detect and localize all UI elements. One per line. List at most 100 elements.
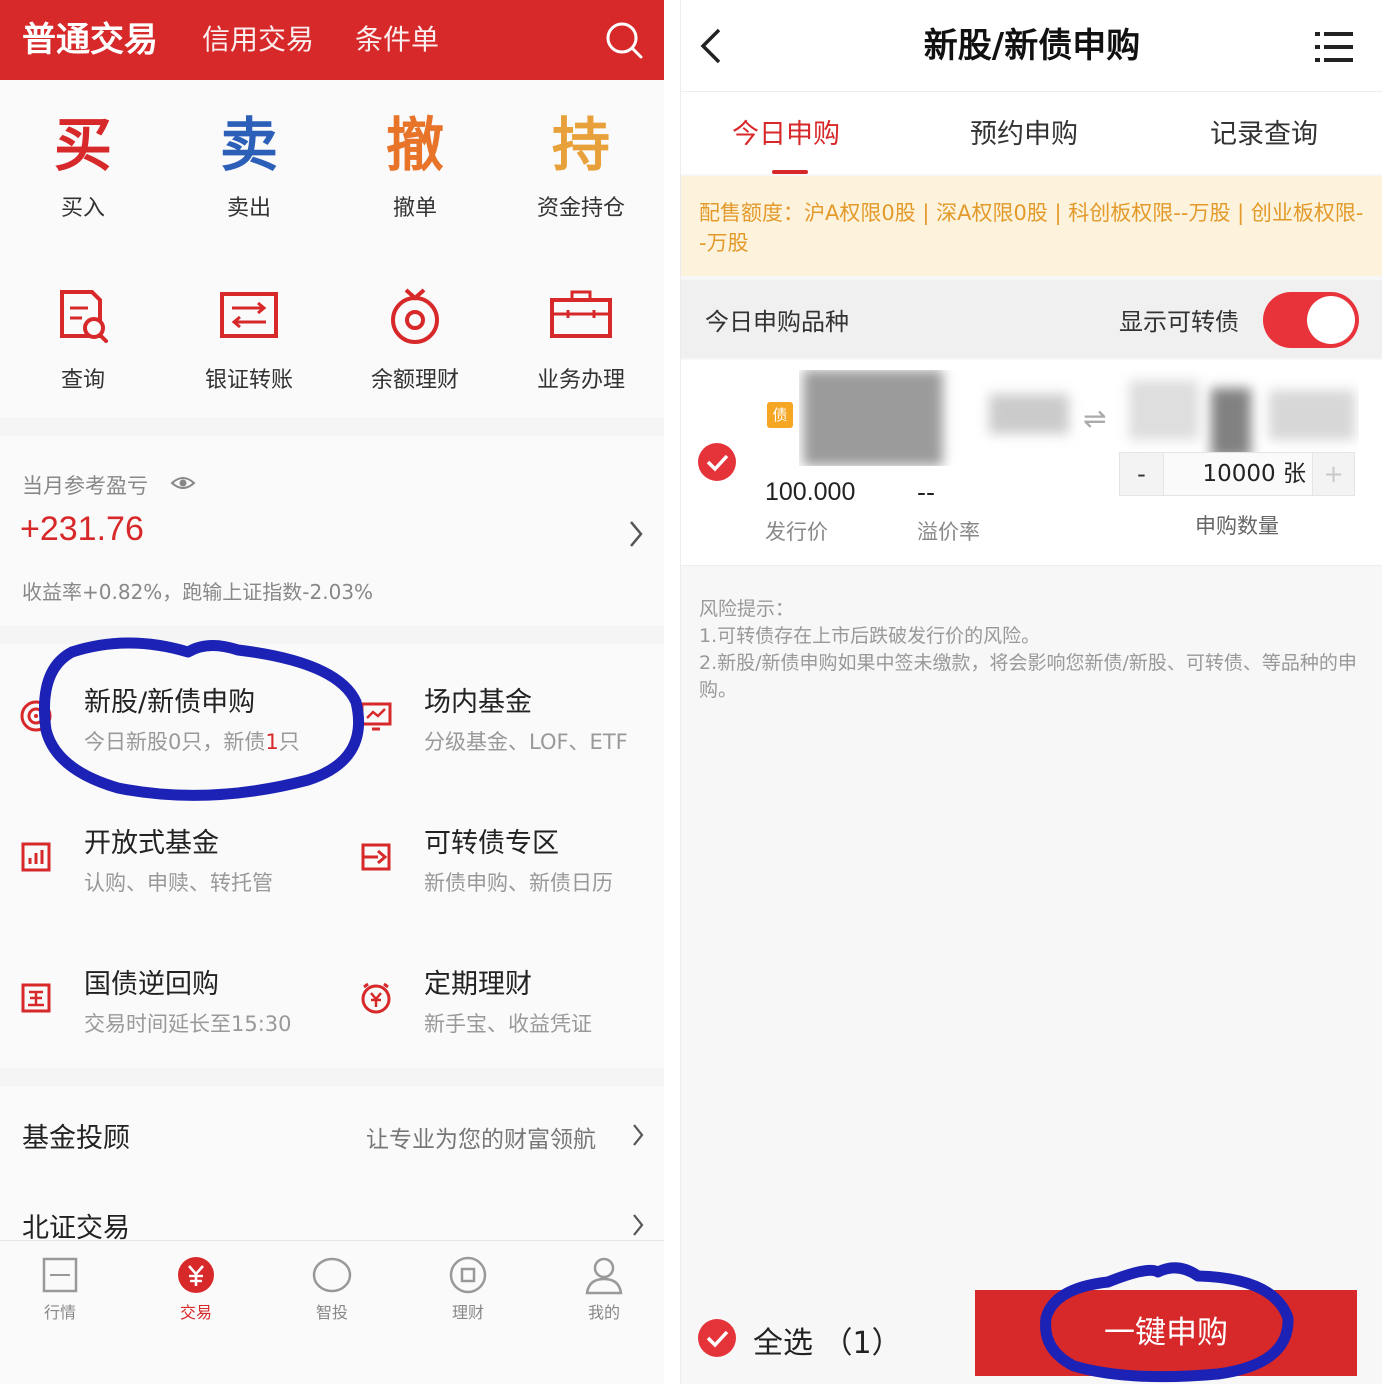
quick-actions-grid: 买 买入 卖 卖出 撤 撤单 持 资金持仓 查询 银证转账 余额理财 业务办理 [0, 80, 664, 418]
nav-profile[interactable]: 我的 [538, 1255, 664, 1335]
convertible-icon [361, 843, 391, 871]
back-arrow-icon[interactable] [697, 26, 725, 66]
fixed-finance-subtitle: 新手宝、收益凭证 [424, 1012, 592, 1036]
trade-screen: 普通交易 信用交易 条件单 买 买入 卖 卖出 撤 撤单 持 资金持仓 查询 银… [0, 0, 664, 1384]
balance-finance-label: 余额理财 [370, 368, 459, 393]
premium-rate-label: 溢价率 [917, 520, 980, 544]
quantity-label: 申购数量 [1195, 514, 1279, 538]
holdings-icon: 持 [551, 111, 610, 179]
checkmark-icon[interactable] [697, 1318, 737, 1358]
pnl-description: 收益率+0.82%，跑输上证指数-2.03% [22, 580, 374, 604]
sell-icon: 卖 [219, 111, 278, 179]
menu-list-icon[interactable] [1315, 30, 1353, 64]
issue-price-label: 发行价 [765, 520, 828, 544]
eye-icon[interactable] [170, 472, 196, 494]
open-fund-title: 开放式基金 [84, 828, 219, 859]
convertible-bond-title: 可转债专区 [424, 828, 559, 859]
nav-trade[interactable]: 交易 [130, 1255, 262, 1335]
decrease-button[interactable]: - [1120, 453, 1164, 495]
bank-transfer-button[interactable]: 银证转账 [166, 278, 332, 398]
monthly-pnl-card[interactable]: 当月参考盈亏 +231.76 收益率+0.82%，跑输上证指数-2.03% [0, 436, 664, 626]
sell-label: 卖出 [226, 196, 271, 221]
buy-button[interactable]: 买 买入 [0, 106, 166, 226]
tab-condition-order[interactable]: 条件单 [355, 0, 439, 80]
exchange-fund-entry[interactable]: 场内基金 分级基金、LOF、ETF [340, 644, 664, 784]
action-footer: 全选 （1） 一键申购 [681, 1280, 1382, 1384]
search-icon[interactable] [604, 20, 644, 60]
invest-icon [312, 1257, 352, 1293]
tab-normal-trade[interactable]: 普通交易 [22, 0, 158, 80]
exchange-fund-title: 场内基金 [424, 687, 532, 718]
toggle-knob [1307, 296, 1355, 344]
balance-finance-button[interactable]: 余额理财 [332, 278, 498, 398]
business-label: 业务办理 [536, 368, 625, 393]
show-convertible-toggle[interactable] [1263, 292, 1359, 348]
nav-finance-label: 理财 [451, 1303, 484, 1322]
risk-line-1: 1.可转债存在上市后跌破发行价的风险。 [699, 625, 1041, 647]
page-title: 新股/新债申购 [923, 26, 1141, 66]
money-bag-icon [391, 288, 439, 344]
fixed-finance-entry[interactable]: 定期理财 新手宝、收益凭证 [340, 926, 664, 1066]
finance-icon [449, 1256, 487, 1294]
nav-finance[interactable]: 理财 [402, 1255, 534, 1335]
increase-button[interactable]: + [1312, 453, 1354, 495]
tab-record-query[interactable]: 记录查询 [1147, 112, 1381, 151]
reverse-repo-entry[interactable]: 国债逆回购 交易时间延长至15:30 [0, 926, 332, 1066]
premium-rate-value: -- [917, 478, 936, 507]
tab-reserved-subscription[interactable]: 预约申购 [907, 112, 1141, 151]
business-button[interactable]: 业务办理 [498, 278, 664, 398]
nav-smart-invest[interactable]: 智投 [266, 1255, 398, 1335]
nav-market[interactable]: 行情 [0, 1255, 126, 1335]
risk-title: 风险提示： [699, 598, 795, 620]
market-icon [42, 1257, 78, 1293]
pnl-title: 当月参考盈亏 [22, 474, 148, 498]
reverse-repo-subtitle: 交易时间延长至15:30 [84, 1012, 292, 1036]
holdings-button[interactable]: 持 资金持仓 [498, 106, 664, 226]
quantity-input[interactable]: 10000 张 [1164, 453, 1312, 495]
quantity-stepper: - 10000 张 + [1119, 452, 1355, 496]
pnl-value: +231.76 [20, 510, 144, 548]
one-click-subscribe-button[interactable]: 一键申购 [975, 1290, 1357, 1376]
transfer-icon [220, 292, 278, 338]
chevron-right-icon [633, 1124, 644, 1146]
cancel-order-button[interactable]: 撤 撤单 [332, 106, 498, 226]
subscription-tabs: 今日申购 预约申购 记录查询 [681, 92, 1382, 174]
holdings-label: 资金持仓 [536, 196, 625, 221]
fixed-finance-title: 定期理财 [424, 969, 532, 1000]
chevron-right-icon [630, 521, 643, 547]
nav-trade-label: 交易 [179, 1303, 212, 1322]
ipo-subscription-screen: 新股/新债申购 今日申购 预约申购 记录查询 配售额度：沪A权限0股 | 深A权… [680, 0, 1382, 1384]
extra-list: 基金投顾 让专业为您的财富领航 北证交易 [0, 1086, 664, 1246]
tab-today-subscription[interactable]: 今日申购 [681, 112, 903, 151]
chart-monitor-icon [360, 702, 392, 731]
cancel-order-label: 撤单 [392, 196, 437, 221]
query-button[interactable]: 查询 [0, 278, 166, 398]
open-fund-entry[interactable]: 开放式基金 认购、申赎、转托管 [0, 785, 332, 925]
open-fund-subtitle: 认购、申赎、转托管 [84, 871, 273, 895]
bond-item[interactable]: ⇌ 债 100.000 发行价 -- 溢价率 - 10000 张 + 申购数量 [681, 360, 1382, 566]
convertible-bond-entry[interactable]: 可转债专区 新债申购、新债日历 [340, 785, 664, 925]
buy-label: 买入 [60, 196, 105, 221]
checkmark-icon[interactable] [697, 442, 737, 482]
ipo-subscription-subtitle: 今日新股0只，新债1只 [84, 726, 300, 756]
sell-button[interactable]: 卖 卖出 [166, 106, 332, 226]
tab-credit-trade[interactable]: 信用交易 [202, 0, 314, 80]
user-icon [585, 1257, 623, 1295]
fund-advisor-row[interactable]: 基金投顾 让专业为您的财富领航 [0, 1090, 664, 1174]
risk-line-2: 2.新股/新债申购如果中签未缴款，将会影响您新债/新股、可转债、等品种的申购。 [699, 652, 1357, 701]
service-list: 新股/新债申购 今日新股0只，新债1只 场内基金 分级基金、LOF、ETF 开放… [0, 644, 664, 1068]
quota-notice: 配售额度：沪A权限0股 | 深A权限0股 | 科创板权限--万股 | 创业板权限… [681, 176, 1382, 276]
target-icon [20, 700, 52, 732]
ipo-sub-unit: 只 [278, 730, 300, 754]
risk-notice: 风险提示： 1.可转债存在上市后跌破发行价的风险。 2.新股/新债申购如果中签未… [699, 596, 1359, 704]
select-all-label[interactable]: 全选 （1） [753, 1318, 902, 1362]
bottom-navigation: 行情 交易 智投 理财 我的 [0, 1240, 664, 1384]
active-tab-indicator [772, 170, 808, 174]
bank-transfer-label: 银证转账 [204, 368, 293, 393]
svg-text:⇌: ⇌ [1083, 402, 1106, 435]
bond-badge: 债 [767, 402, 793, 428]
yuan-icon [178, 1257, 214, 1293]
ipo-subscription-entry[interactable]: 新股/新债申购 今日新股0只，新债1只 [0, 644, 332, 784]
ipo-sub-text: 今日新股0只，新债 [84, 730, 266, 754]
reverse-repo-title: 国债逆回购 [84, 969, 219, 1000]
